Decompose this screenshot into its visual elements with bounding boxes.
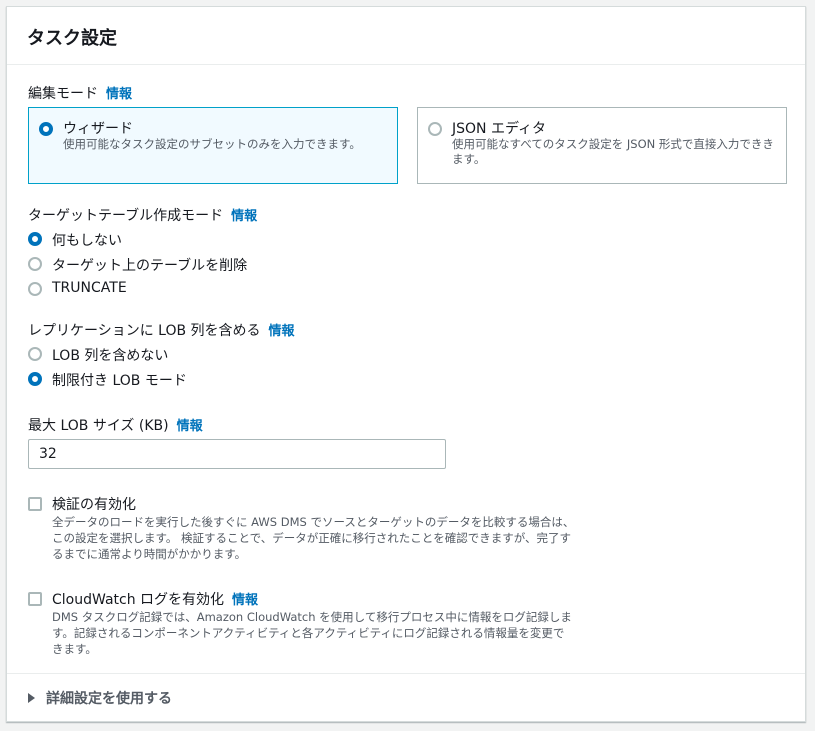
radio-drop-tables-label: ターゲット上のテーブルを削除	[52, 258, 248, 274]
radio-limited-lob-control[interactable]	[28, 372, 42, 386]
radio-truncate-control[interactable]	[28, 282, 42, 296]
target-table-mode-label: ターゲットテーブル作成モード	[28, 208, 224, 224]
lob-mode-label: レプリケーションに LOB 列を含める	[28, 323, 261, 339]
validation-description-line-1: 全データのロードを実行した後すぐに AWS DMS でソースとターゲットのデータ…	[52, 515, 575, 529]
max-lob-size-input[interactable]	[28, 439, 446, 469]
radio-limited-lob-label: 制限付き LOB モード	[52, 373, 187, 389]
edit-mode-label-row: 編集モード 情報	[28, 83, 132, 103]
radio-do-nothing-label: 何もしない	[52, 233, 122, 249]
cloudwatch-description-line-2: す。記録されるコンポーネントアクティビティと各アクティビティにログ記録される情報…	[52, 626, 565, 640]
wizard-description: 使用可能なタスク設定のサブセットのみを入力できます。	[63, 137, 361, 151]
radio-no-lob-label: LOB 列を含めない	[52, 348, 169, 364]
cloudwatch-label-row: CloudWatch ログを有効化 情報	[52, 589, 258, 609]
radio-truncate-label: TRUNCATE	[52, 280, 127, 296]
panel-header: タスク設定	[7, 7, 805, 65]
max-lob-info-link[interactable]: 情報	[177, 419, 203, 434]
validation-checkbox[interactable]	[28, 497, 42, 511]
target-table-mode-info-link[interactable]: 情報	[231, 209, 257, 224]
advanced-settings-label: 詳細設定を使用する	[46, 691, 172, 707]
cloudwatch-label: CloudWatch ログを有効化	[52, 592, 225, 608]
validation-label: 検証の有効化	[52, 497, 136, 513]
json-editor-title: JSON エディタ	[452, 121, 546, 137]
lob-mode-label-row: レプリケーションに LOB 列を含める 情報	[28, 320, 295, 340]
target-table-mode-label-row: ターゲットテーブル作成モード 情報	[28, 205, 257, 225]
caret-right-icon	[28, 693, 35, 703]
edit-mode-info-link[interactable]: 情報	[106, 87, 132, 102]
validation-description: 全データのロードを実行した後すぐに AWS DMS でソースとターゲットのデータ…	[52, 514, 574, 562]
cloudwatch-info-link[interactable]: 情報	[232, 593, 258, 608]
max-lob-label-row: 最大 LOB サイズ (KB) 情報	[28, 415, 203, 435]
wizard-title: ウィザード	[63, 121, 133, 137]
task-settings-panel: タスク設定 編集モード 情報 ウィザード 使用可能なタスク設定のサブセットのみを入…	[6, 6, 806, 722]
cloudwatch-checkbox[interactable]	[28, 592, 42, 606]
radio-no-lob-control[interactable]	[28, 347, 42, 361]
edit-mode-label: 編集モード	[28, 86, 98, 102]
json-editor-description-line-1: 使用可能なすべてのタスク設定を JSON 形式で直接入力できき	[452, 137, 774, 151]
validation-description-line-2: この設定を選択します。 検証することで、データが正確に移行されたことを確認できま…	[52, 531, 571, 545]
radio-drop-tables-control[interactable]	[28, 257, 42, 271]
cloudwatch-description-line-1: DMS タスクログ記録では、Amazon CloudWatch を使用して移行プ…	[52, 610, 572, 624]
lob-mode-info-link[interactable]: 情報	[269, 324, 295, 339]
validation-description-line-3: るまでに通常より時間がかかります。	[52, 547, 247, 561]
wizard-option-tile[interactable]: ウィザード 使用可能なタスク設定のサブセットのみを入力できます。	[28, 107, 398, 184]
json-editor-option-tile[interactable]: JSON エディタ 使用可能なすべてのタスク設定を JSON 形式で直接入力でき…	[417, 107, 787, 184]
max-lob-label: 最大 LOB サイズ (KB)	[28, 418, 169, 434]
json-editor-radio[interactable]	[428, 122, 442, 136]
advanced-divider	[7, 673, 805, 674]
cloudwatch-description: DMS タスクログ記録では、Amazon CloudWatch を使用して移行プ…	[52, 609, 572, 657]
cloudwatch-description-line-3: きます。	[52, 642, 97, 656]
json-editor-description-line-2: ます。	[452, 152, 486, 166]
radio-do-nothing-control[interactable]	[28, 232, 42, 246]
wizard-radio[interactable]	[39, 122, 53, 136]
panel-title: タスク設定	[27, 28, 117, 49]
